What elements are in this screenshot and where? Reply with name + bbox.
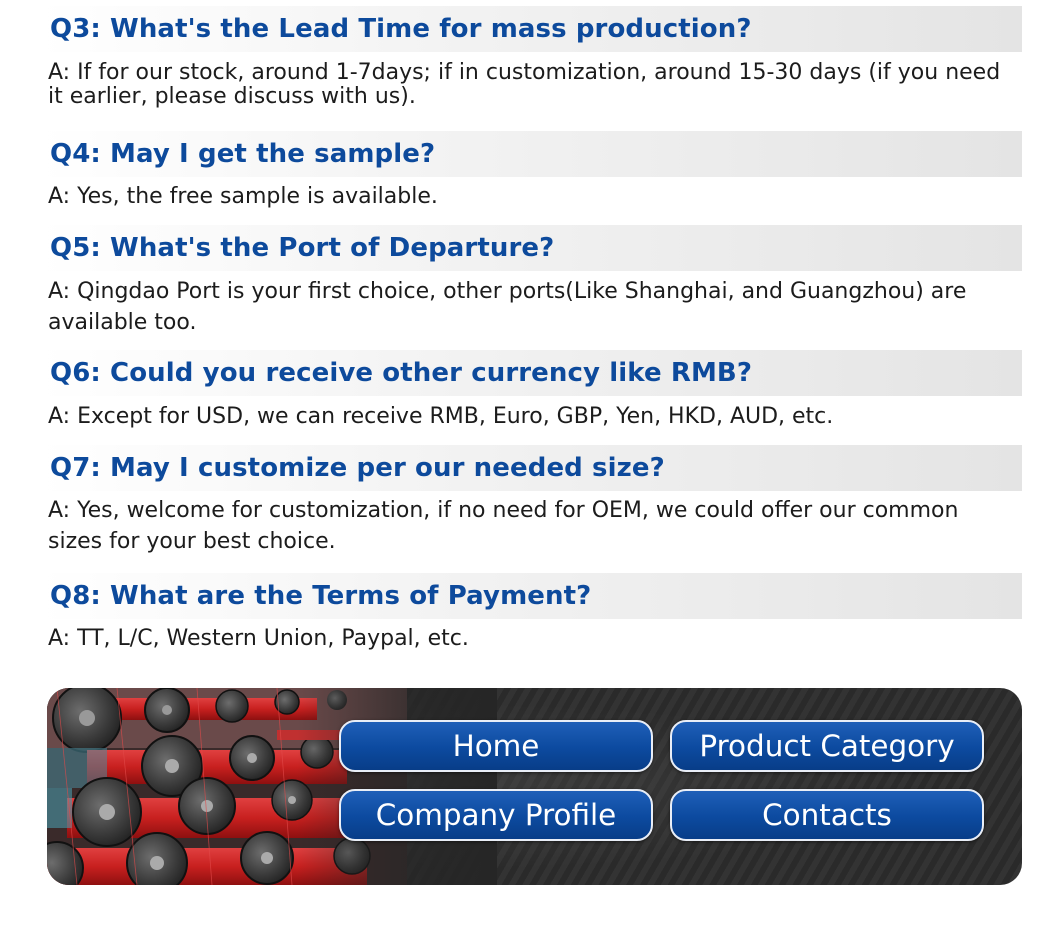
nav-banner xyxy=(47,688,1022,885)
faq-answer: A: If for our stock, around 1-7days; if … xyxy=(48,60,1001,109)
faq-answer: A: Qingdao Port is your first choice, ot… xyxy=(48,279,967,335)
faq-question-bar: Q5: What's the Port of Departure? xyxy=(40,225,1022,271)
faq-question: Q4: May I get the sample? xyxy=(50,139,436,169)
banner-fade xyxy=(297,688,497,885)
product-category-button[interactable]: Product Category xyxy=(670,720,984,772)
faq-question-bar: Q6: Could you receive other currency lik… xyxy=(40,350,1022,396)
faq-question-bar: Q8: What are the Terms of Payment? xyxy=(40,573,1022,619)
faq-answer: A: Yes, welcome for customization, if no… xyxy=(48,498,959,554)
company-profile-button[interactable]: Company Profile xyxy=(339,789,653,841)
contacts-button[interactable]: Contacts xyxy=(670,789,984,841)
faq-question-bar: Q3: What's the Lead Time for mass produc… xyxy=(40,6,1022,52)
faq-question: Q8: What are the Terms of Payment? xyxy=(50,581,592,611)
faq-answer: A: Yes, the free sample is available. xyxy=(48,184,438,209)
faq-question: Q7: May I customize per our needed size? xyxy=(50,453,665,483)
home-button[interactable]: Home xyxy=(339,720,653,772)
faq-question: Q5: What's the Port of Departure? xyxy=(50,233,555,263)
faq-answer: A: TT, L/C, Western Union, Paypal, etc. xyxy=(48,626,469,651)
faq-question: Q3: What's the Lead Time for mass produc… xyxy=(50,14,752,44)
faq-question: Q6: Could you receive other currency lik… xyxy=(50,358,753,388)
faq-answer: A: Except for USD, we can receive RMB, E… xyxy=(48,404,834,429)
faq-question-bar: Q4: May I get the sample? xyxy=(40,131,1022,177)
faq-question-bar: Q7: May I customize per our needed size? xyxy=(40,445,1022,491)
